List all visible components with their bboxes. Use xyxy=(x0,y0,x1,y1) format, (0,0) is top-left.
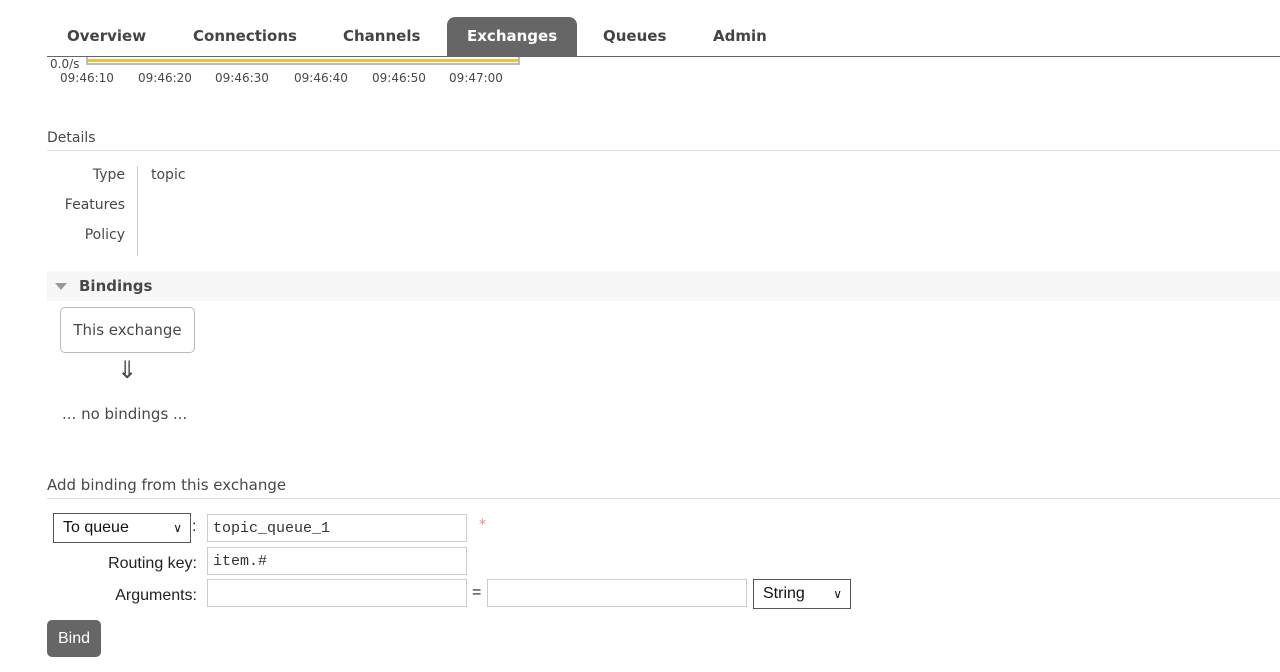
type-label: Type xyxy=(92,167,125,183)
divider xyxy=(137,166,138,256)
tab-connections[interactable]: Connections xyxy=(173,17,317,56)
chart-x-tick: 09:46:30 xyxy=(215,71,269,85)
chart-x-tick: 09:46:10 xyxy=(60,71,114,85)
chevron-down-icon: ∨ xyxy=(833,587,842,601)
tab-queues[interactable]: Queues xyxy=(583,17,686,56)
argument-type-value: String xyxy=(763,585,805,602)
nav-tabs: Overview Connections Channels Exchanges … xyxy=(47,17,1280,57)
tab-overview[interactable]: Overview xyxy=(47,17,166,56)
chart-x-tick: 09:46:50 xyxy=(372,71,426,85)
features-label: Features xyxy=(64,197,125,213)
bind-button[interactable]: Bind xyxy=(47,620,101,657)
bindings-heading: Bindings xyxy=(79,277,153,295)
destination-type-select[interactable]: To queue ∨ xyxy=(53,513,191,543)
destination-input[interactable] xyxy=(207,514,467,542)
tab-admin[interactable]: Admin xyxy=(693,17,787,56)
equals-sign: = xyxy=(472,584,482,601)
rate-line xyxy=(88,59,518,62)
chart-x-tick: 09:46:40 xyxy=(294,71,348,85)
arrow-down-icon: ⇓ xyxy=(117,356,138,384)
details-heading: Details xyxy=(47,130,1280,151)
chart-x-tick: 09:47:00 xyxy=(449,71,503,85)
chart-x-tick: 09:46:20 xyxy=(138,71,192,85)
tab-exchanges[interactable]: Exchanges xyxy=(447,17,578,56)
argument-type-select[interactable]: String ∨ xyxy=(753,579,851,609)
rate-chart xyxy=(86,57,520,65)
arguments-label: Arguments: xyxy=(115,587,197,604)
bindings-section-toggle[interactable]: Bindings xyxy=(47,271,1280,301)
routing-key-label: Routing key: xyxy=(108,555,197,572)
type-value: topic xyxy=(151,167,186,183)
argument-value-input[interactable] xyxy=(487,579,747,607)
policy-label: Policy xyxy=(84,227,125,243)
argument-key-input[interactable] xyxy=(207,579,467,607)
routing-key-input[interactable] xyxy=(207,547,467,575)
no-bindings-text: ... no bindings ... xyxy=(62,405,188,423)
colon: : xyxy=(192,518,197,535)
destination-type-value: To queue xyxy=(63,519,129,536)
add-binding-heading: Add binding from this exchange xyxy=(47,476,1280,499)
triangle-down-icon xyxy=(55,283,67,290)
required-mark: * xyxy=(479,517,486,533)
tab-channels[interactable]: Channels xyxy=(323,17,440,56)
chevron-down-icon: ∨ xyxy=(173,521,182,535)
this-exchange-box: This exchange xyxy=(60,307,195,353)
chart-y-label: 0.0/s xyxy=(50,57,80,71)
